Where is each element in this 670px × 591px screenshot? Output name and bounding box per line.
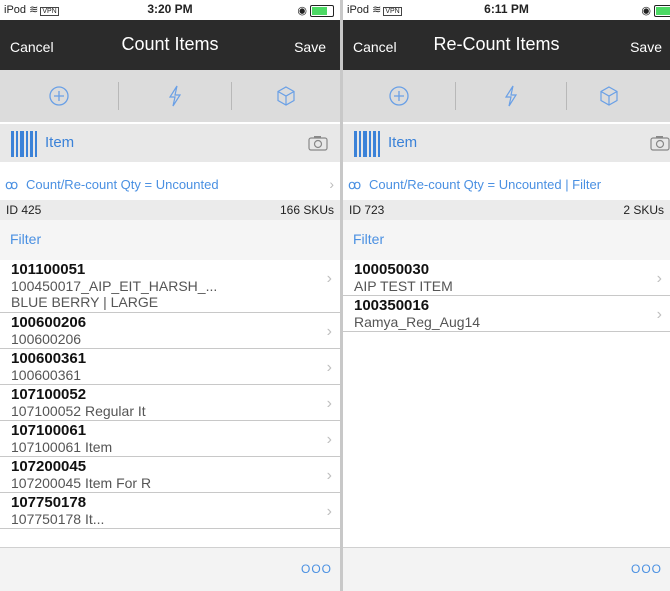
item-description: 107100061 Item [11,439,113,455]
add-item-button[interactable] [343,70,455,122]
battery-icon: ◉ [641,4,670,18]
list-item[interactable]: 101100051 100450017_AIP_EIT_HARSH_... BLUE… [0,260,340,313]
quick-count-button[interactable] [456,70,566,122]
item-description: 107100052 Regular It [11,403,146,419]
filter-summary-row[interactable]: ꝏ Count/Re-count Qty = Uncounted › [0,168,340,200]
item-code: 107100052 [11,386,87,403]
item-description: 100450017_AIP_EIT_HARSH_... [11,278,218,294]
sku-count: 166 SKUs [279,203,334,217]
item-code: 100600361 [11,350,87,367]
chevron-right-icon: › [326,503,332,520]
box-icon [600,86,618,106]
more-button[interactable]: OOO [631,562,662,576]
quick-count-button[interactable] [119,70,231,122]
item-code: 101100051 [11,261,86,278]
item-code: 107200045 [11,458,87,475]
item-code: 107100061 [11,422,87,439]
sku-count: 2 SKUs [623,203,664,217]
filter-label: Filter [10,231,42,247]
list-item[interactable]: 100350016 Ramya_Reg_Aug14 › [343,296,670,332]
item-description: 100600361 [11,367,82,383]
status-time: 6:11 PM [484,2,529,16]
package-button[interactable] [232,70,340,122]
status-bar: iPod ≋ VPN 6:11 PM ◉ [343,0,670,20]
page-title: Re-Count Items [433,34,560,54]
filter-button[interactable]: Filter [0,220,340,260]
item-variant: BLUE BERRY | LARGE [11,294,159,310]
item-scan-bar[interactable]: Item [0,124,340,162]
chevron-right-icon: › [326,431,332,448]
save-button[interactable]: Save [630,39,662,55]
footer-bar: OOO [343,547,670,591]
item-label: Item [45,134,75,151]
item-list: 101100051 100450017_AIP_EIT_HARSH_... BLUE… [0,260,340,529]
camera-icon[interactable] [650,135,670,151]
filter-summary-row[interactable]: ꝏ Count/Re-count Qty = Uncounted | Filte… [343,168,670,200]
barcode-icon [354,131,380,157]
nav-bar: Cancel Re-Count Items Save [343,20,670,70]
count-items-screen: iPod ≋ VPN 3:20 PM ◉ Cancel Count Items S… [0,0,340,591]
chevron-right-icon: › [326,359,332,376]
item-description: 107200045 Item For R [11,475,152,491]
chevron-right-icon: › [656,306,662,323]
list-item[interactable]: 107100052 107100052 Regular It › [0,385,340,421]
action-toolbar [343,70,670,122]
filter-label: Filter [353,231,385,247]
plus-circle-icon [49,86,69,106]
item-list: 100050030 AIP TEST ITEM › 100350016 Ramya_Re… [343,260,670,332]
item-code: 100600206 [11,314,87,331]
nav-bar: Cancel Count Items Save [0,20,340,70]
package-button[interactable] [567,70,670,122]
status-time: 3:20 PM [147,2,193,16]
action-toolbar [0,70,340,122]
glasses-icon: ꝏ [5,177,19,192]
chevron-right-icon: › [326,270,332,287]
list-item[interactable]: 107100061 107100061 Item › [0,421,340,457]
chevron-right-icon: › [326,323,332,340]
barcode-icon [11,131,37,157]
item-scan-bar[interactable]: Item [343,124,670,162]
item-code: 100050030 [354,261,430,278]
glasses-icon: ꝏ [348,177,362,192]
lightning-icon [168,85,182,107]
status-bar: iPod ≋ VPN 3:20 PM ◉ [0,0,340,20]
filter-summary: Count/Re-count Qty = Uncounted [26,177,219,192]
add-item-button[interactable] [0,70,118,122]
save-button[interactable]: Save [294,39,326,55]
box-icon [277,86,295,106]
item-description: 107750178 It... [11,511,105,527]
plus-circle-icon [389,86,409,106]
footer-bar: OOO [0,547,340,591]
lightning-icon [504,85,518,107]
chevron-right-icon: › [656,270,662,287]
battery-icon: ◉ [297,4,334,18]
item-label: Item [388,134,418,151]
recount-items-screen: iPod ≋ VPN 6:11 PM ◉ Cancel Re-Count Item… [343,0,670,591]
camera-icon[interactable] [308,135,328,151]
list-item[interactable]: 100050030 AIP TEST ITEM › [343,260,670,296]
filter-summary: Count/Re-count Qty = Uncounted | Filter [369,177,602,192]
list-item[interactable]: 107200045 107200045 Item For R › [0,457,340,493]
chevron-right-icon: › [326,467,332,484]
chevron-right-icon: › [329,176,334,192]
list-item[interactable]: 100600361 100600361 › [0,349,340,385]
item-code: 107750178 [11,494,87,511]
list-item[interactable]: 100600206 100600206 › [0,313,340,349]
item-description: AIP TEST ITEM [354,278,453,294]
count-id: ID 723 [349,203,385,217]
filter-button[interactable]: Filter [343,220,670,260]
item-description: 100600206 [11,331,82,347]
item-code: 100350016 [354,297,430,314]
count-id: ID 425 [6,203,42,217]
chevron-right-icon: › [326,395,332,412]
page-title: Count Items [121,34,219,54]
item-description: Ramya_Reg_Aug14 [354,314,481,330]
count-info-row: ID 425 166 SKUs [0,200,340,220]
list-item[interactable]: 107750178 107750178 It... › [0,493,340,529]
more-button[interactable]: OOO [301,562,332,576]
count-info-row: ID 723 2 SKUs [343,200,670,220]
